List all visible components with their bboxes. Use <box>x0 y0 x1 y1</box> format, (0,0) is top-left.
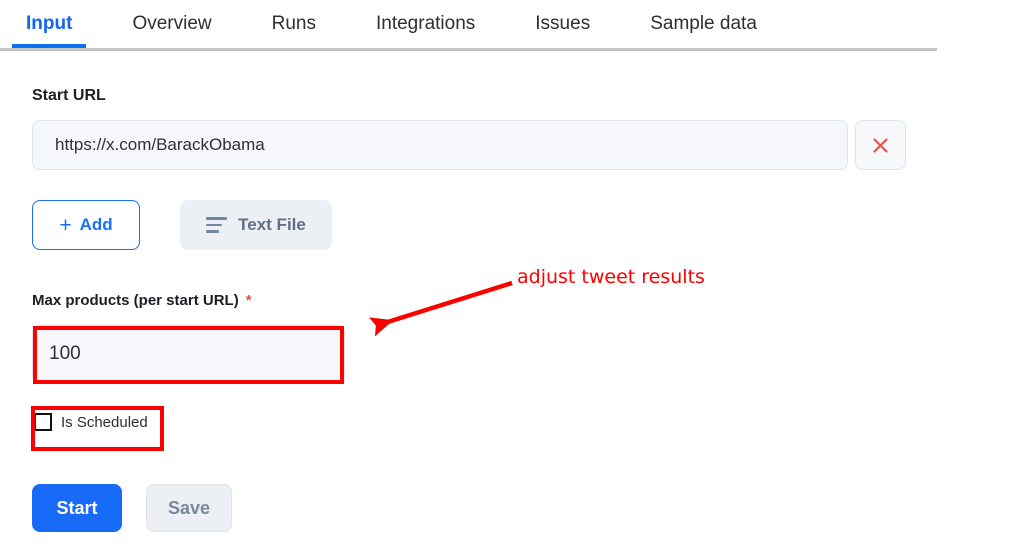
start-url-label: Start URL <box>32 87 106 104</box>
tab-sample-data[interactable]: Sample data <box>636 0 771 48</box>
text-file-button[interactable]: Text File <box>180 200 332 250</box>
tab-bar: Input Overview Runs Integrations Issues … <box>0 0 937 51</box>
tab-bar-divider <box>0 48 937 51</box>
start-button[interactable]: Start <box>32 484 122 532</box>
list-lines-icon <box>206 217 228 233</box>
tab-label: Runs <box>271 13 316 34</box>
start-url-input[interactable] <box>32 120 848 170</box>
tab-issues[interactable]: Issues <box>521 0 604 48</box>
tab-label: Issues <box>535 13 591 34</box>
annotation-arrow-icon <box>369 280 513 337</box>
save-button[interactable]: Save <box>146 484 232 532</box>
tab-overview[interactable]: Overview <box>118 0 225 48</box>
max-products-label-text: Max products (per start URL) <box>32 292 239 309</box>
add-button[interactable]: + Add <box>32 200 140 250</box>
tab-integrations[interactable]: Integrations <box>362 0 489 48</box>
tab-list: Input Overview Runs Integrations Issues … <box>0 0 771 48</box>
tab-label: Overview <box>132 13 212 34</box>
annotation-overlay: adjust tweet results <box>0 0 1022 554</box>
tab-input[interactable]: Input <box>12 0 87 48</box>
delete-start-url-button[interactable] <box>855 120 906 170</box>
is-scheduled-row[interactable]: Is Scheduled <box>34 413 148 431</box>
close-x-icon <box>871 136 890 155</box>
is-scheduled-checkbox[interactable] <box>34 413 52 431</box>
add-button-label: Add <box>79 215 113 234</box>
max-products-label: Max products (per start URL) * <box>32 292 252 309</box>
annotation-note-text: adjust tweet results <box>517 266 705 288</box>
tab-label: Input <box>26 13 73 34</box>
tab-runs[interactable]: Runs <box>258 0 330 48</box>
tab-label: Sample data <box>650 13 757 34</box>
max-products-input[interactable] <box>32 325 345 383</box>
is-scheduled-label: Is Scheduled <box>61 413 148 431</box>
plus-icon: + <box>59 213 72 237</box>
tab-label: Integrations <box>375 13 476 34</box>
text-file-button-label: Text File <box>238 215 306 234</box>
required-asterisk: * <box>245 292 252 309</box>
